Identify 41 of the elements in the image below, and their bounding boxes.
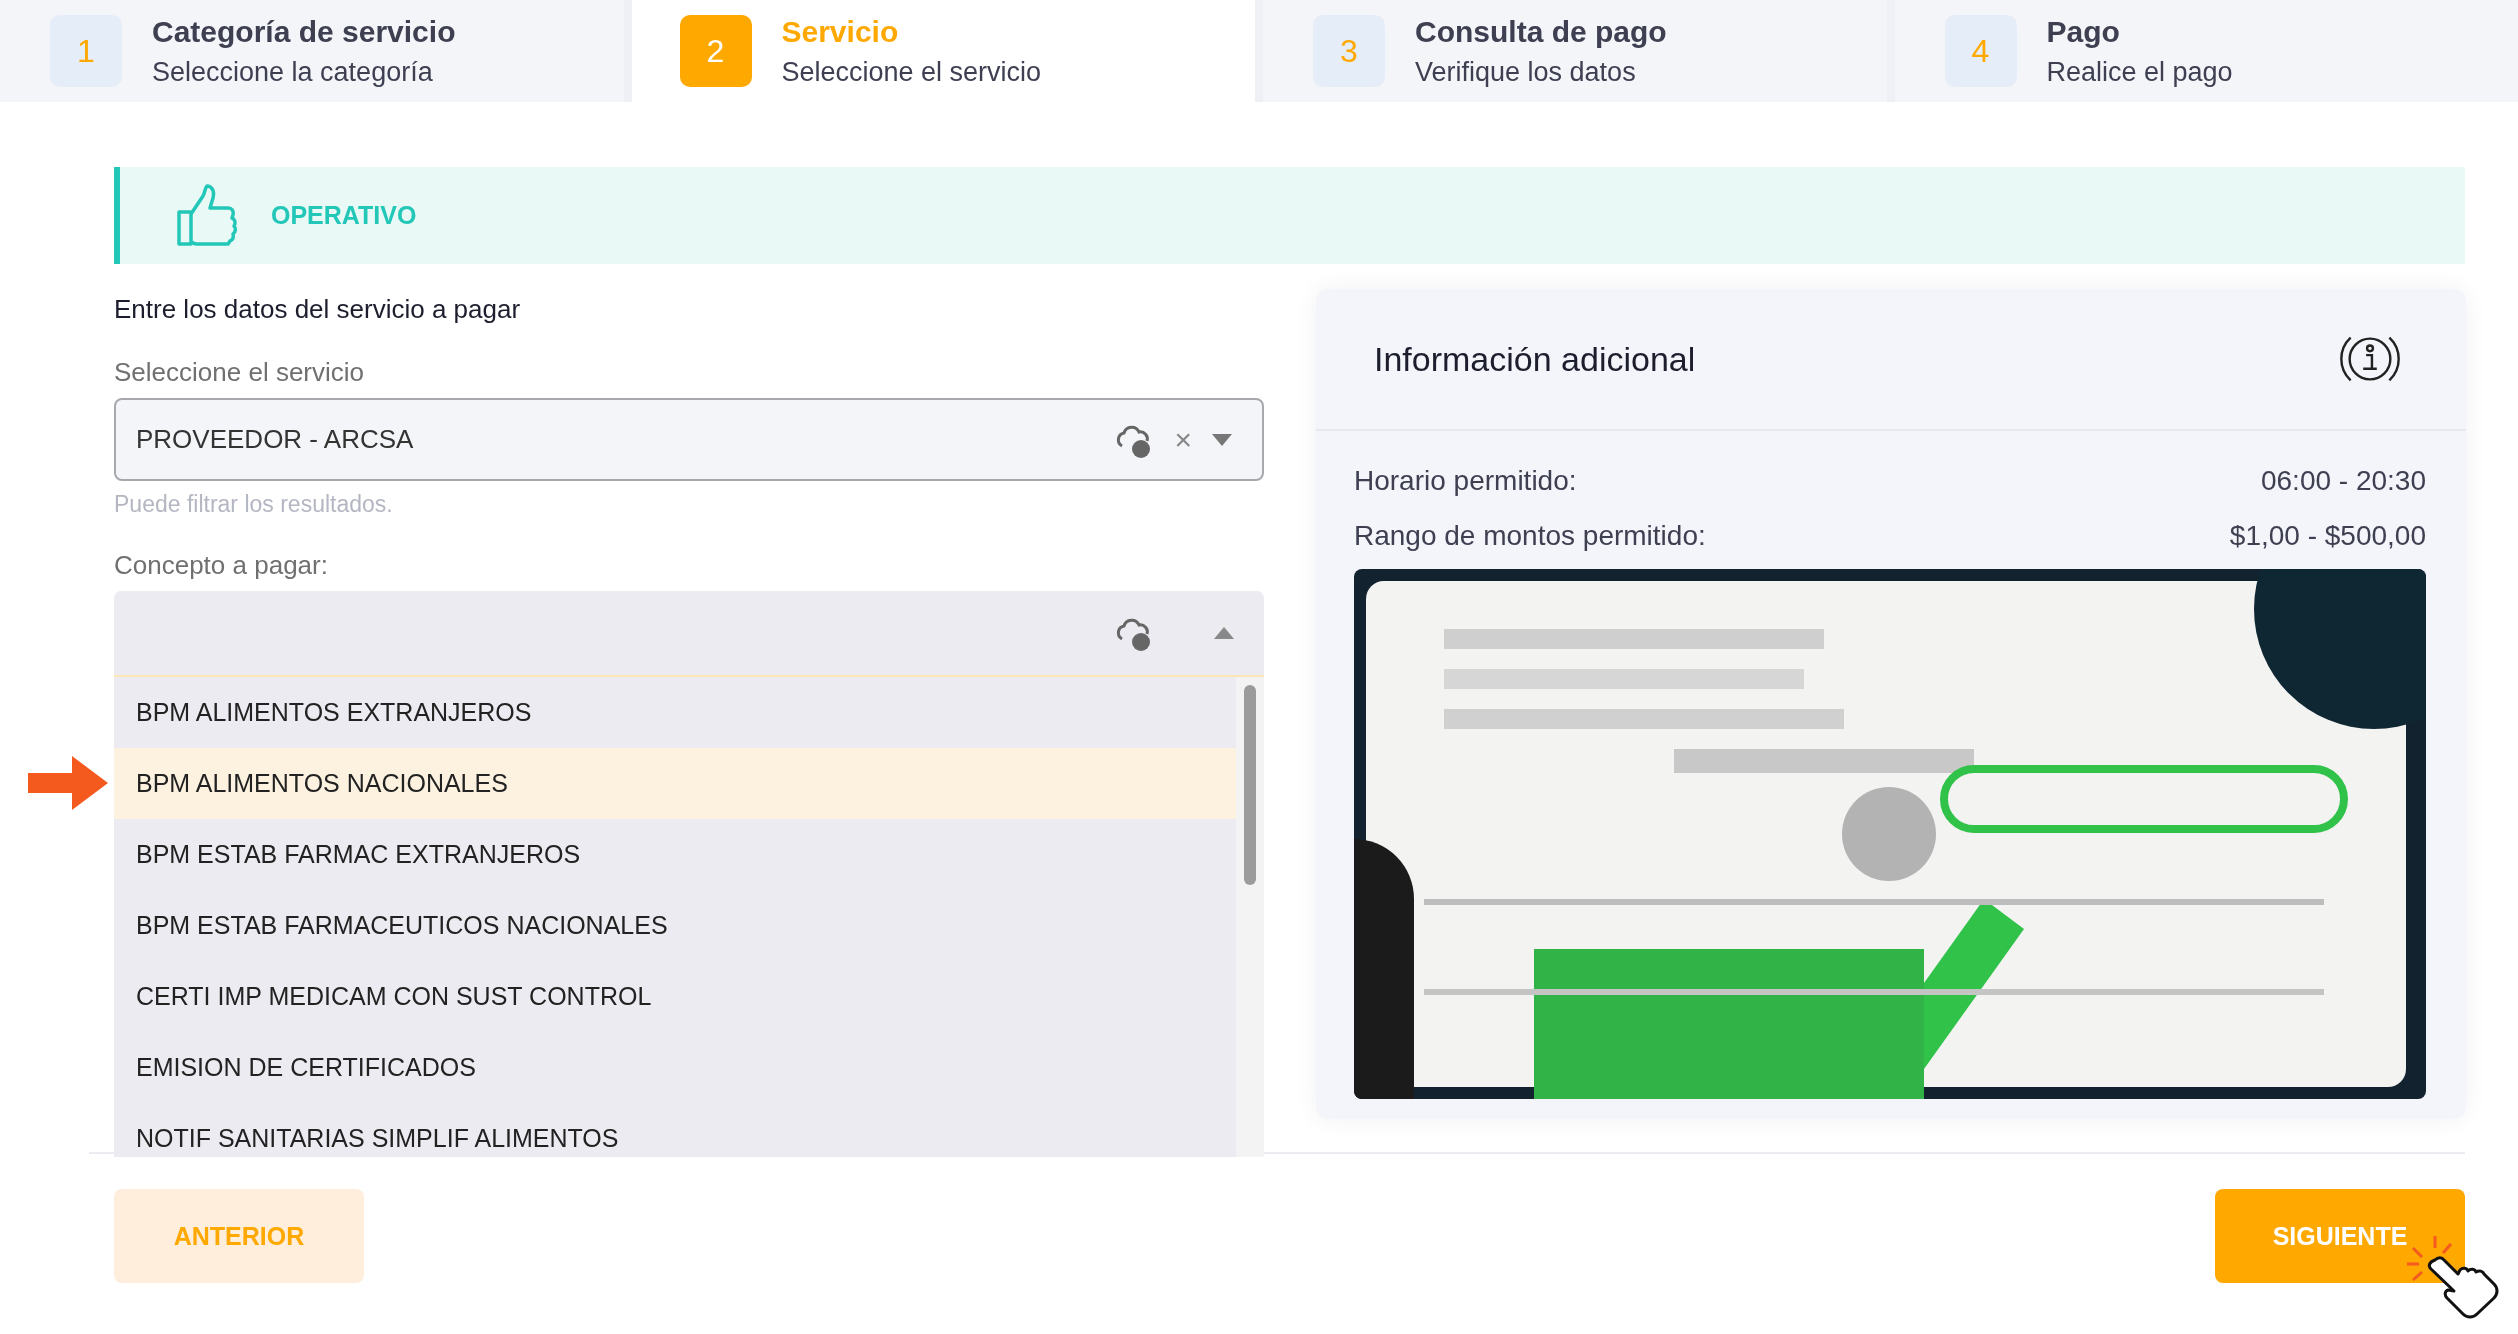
card-title: Información adicional [1374,339,1696,379]
pointer-arrow-icon [28,756,108,810]
service-select[interactable]: PROVEEDOR - ARCSA × [114,398,1264,481]
step-subtitle: Seleccione la categoría [152,56,434,88]
step-number: 1 [50,15,122,87]
option-label: BPM ESTAB FARMAC EXTRANJEROS [136,840,581,869]
info-value: 06:00 - 20:30 [2260,464,2426,497]
step-subtitle: Seleccione el servicio [781,56,1042,88]
step-number: 3 [1313,15,1385,87]
status-label: OPERATIVO [271,201,417,230]
step-title: Consulta de pago [1415,14,1667,49]
step-tab[interactable]: 4 Pago Realice el pago [1894,0,2518,102]
step-number: 2 [679,15,752,87]
thumbs-up-icon [175,183,239,248]
step-title: Pago [2046,14,2121,49]
info-value: $1,00 - $500,00 [2229,519,2426,552]
field-label: Seleccione el servicio [114,357,365,388]
select-value: PROVEEDOR - ARCSA [136,424,415,455]
step-number: 4 [1944,15,2017,87]
scrollbar[interactable] [1236,677,1264,1157]
info-label: Horario permitido: [1354,464,1577,497]
step-tab[interactable]: 3 Consulta de pago Verifique los datos [1263,0,1887,102]
step-tab[interactable]: 2 Servicio Seleccione el servicio [631,0,1255,102]
option-label: NOTIF SANITARIAS SIMPLIF ALIMENTOS [136,1124,619,1153]
step-subtitle: Verifique los datos [1415,56,1637,88]
option-label: EMISION DE CERTIFICADOS [136,1053,476,1082]
step-tab[interactable]: 1 Categoría de servicio Seleccione la categoría [0,0,624,102]
step-subtitle: Realice el pago [2046,56,2233,88]
option-label: BPM ESTAB FARMACEUTICOS NACIONALES [136,911,668,940]
hint-text: Puede filtrar los resultados. [114,491,394,518]
field-label: Concepto a pagar: [114,550,329,581]
option-label: CERTI IMP MEDICAM CON SUST CONTROL [136,982,652,1011]
info-label: Rango de montos permitido: [1354,519,1706,552]
caret-down-icon[interactable] [1212,433,1232,446]
step-title: Categoría de servicio [152,14,456,49]
form-heading: Entre los datos del servicio a pagar [114,294,522,325]
option-item[interactable]: BPM ALIMENTOS NACIONALES [114,748,1236,819]
caret-up-icon[interactable] [1214,627,1234,639]
step-title: Servicio [781,14,900,49]
option-label: BPM ALIMENTOS EXTRANJEROS [136,698,532,727]
option-label: BPM ALIMENTOS NACIONALES [136,769,508,798]
